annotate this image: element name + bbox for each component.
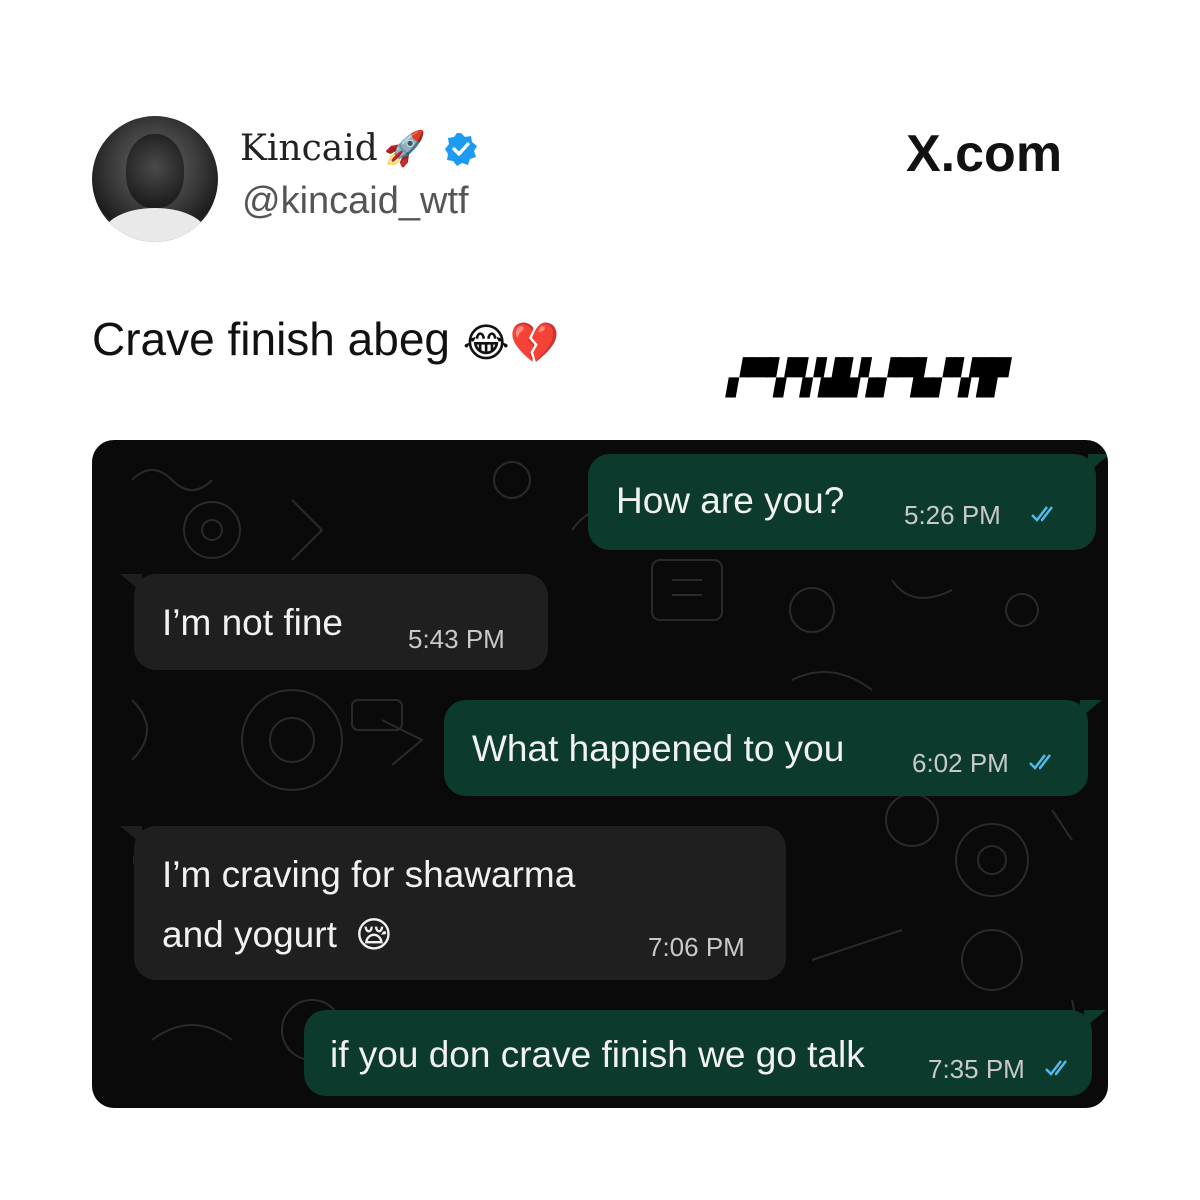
- message-text: What happened to you: [472, 728, 845, 769]
- message-time: 7:06 PM: [648, 932, 745, 962]
- author-handle[interactable]: @kincaid_wtf: [242, 180, 469, 223]
- message-time: 5:26 PM: [904, 500, 1001, 530]
- bubble-tail: [120, 574, 142, 592]
- author-avatar[interactable]: [92, 116, 218, 242]
- message-text: if you don crave finish we go talk: [330, 1034, 865, 1075]
- avatar-face: [126, 134, 184, 208]
- message-bubble-outgoing[interactable]: What happened to you 6:02 PM: [444, 700, 1102, 796]
- read-receipt-icon: [1045, 1060, 1067, 1076]
- bubble-tail: [1088, 454, 1108, 472]
- avatar-shirt: [104, 208, 206, 242]
- rocket-emoji: 🚀: [383, 128, 427, 169]
- site-watermark: X.com: [906, 125, 1063, 183]
- verified-badge-icon: [444, 132, 478, 166]
- sleepy-face-emoji: 😪: [355, 914, 393, 955]
- read-receipt-icon: [1031, 506, 1053, 522]
- message-bubble-incoming[interactable]: I’m craving for shawarma and yogurt 😪 7:…: [120, 826, 786, 980]
- bubble-tail: [1080, 700, 1102, 718]
- message-text: I’m not fine: [162, 602, 343, 643]
- message-text-line1: I’m craving for shawarma: [162, 854, 576, 895]
- bubble-tail: [120, 826, 142, 844]
- message-time: 7:35 PM: [928, 1054, 1025, 1084]
- message-bubble-incoming[interactable]: I’m not fine 5:43 PM: [120, 574, 548, 670]
- message-bubble-outgoing[interactable]: if you don crave finish we go talk 7:35 …: [304, 1010, 1106, 1096]
- message-text-line2: and yogurt 😪: [162, 914, 393, 956]
- read-receipt-icon: [1029, 754, 1051, 770]
- message-text: How are you?: [616, 480, 845, 521]
- message-time: 6:02 PM: [912, 748, 1009, 778]
- post-text-body: Crave finish abeg: [92, 313, 450, 365]
- post-text: Crave finish abeg 😂💔: [92, 312, 559, 366]
- bubble-tail: [1084, 1010, 1106, 1028]
- author-name-row[interactable]: Kincaid 🚀: [240, 128, 478, 169]
- message-text-line2-body: and yogurt: [162, 914, 337, 955]
- author-name[interactable]: Kincaid: [240, 128, 378, 169]
- scribbled-out-name: ▞▀▚▀▞▟▙▚▞▀▙▞▚▜▛: [725, 358, 1010, 398]
- message-bubble-outgoing[interactable]: How are you? 5:26 PM: [588, 454, 1108, 550]
- post-emojis: 😂💔: [462, 321, 560, 366]
- message-time: 5:43 PM: [408, 624, 505, 654]
- chat-screenshot: How are you? 5:26 PM I’m not fine 5:43 P…: [92, 440, 1108, 1108]
